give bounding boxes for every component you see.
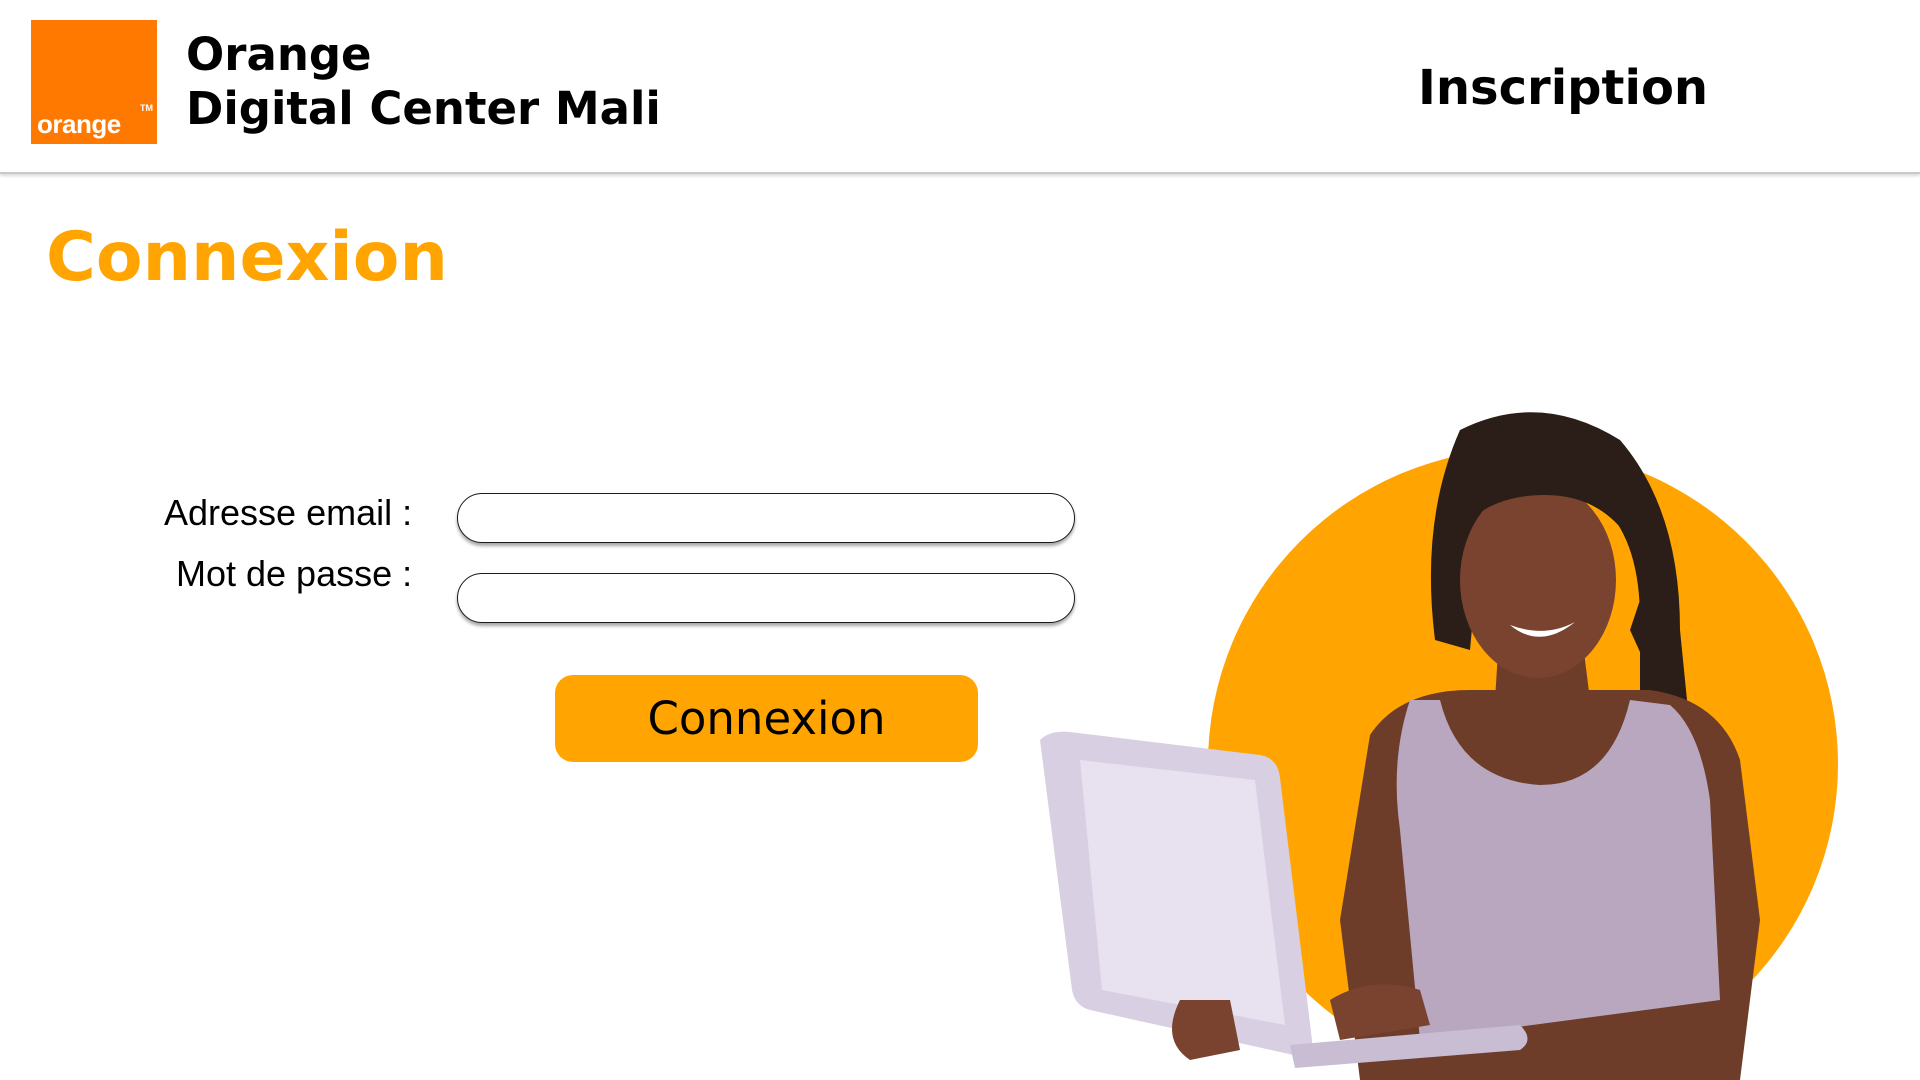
connexion-button[interactable]: Connexion	[555, 675, 978, 762]
logo-text: orange	[37, 109, 121, 139]
top-header: TM orange Orange Digital Center Mali Ins…	[0, 0, 1920, 174]
brand-line-1: Orange	[186, 28, 372, 81]
brand-line-2: Digital Center Mali	[186, 82, 661, 135]
password-label: Mot de passe :	[176, 553, 413, 594]
password-field[interactable]	[457, 573, 1075, 623]
orange-logo[interactable]: TM orange	[31, 20, 157, 144]
logo-trademark: TM	[140, 103, 153, 113]
email-field[interactable]	[457, 493, 1075, 543]
login-page: TM orange Orange Digital Center Mali Ins…	[0, 0, 1920, 1080]
brand-title: Orange Digital Center Mali	[186, 28, 661, 136]
inscription-link[interactable]: Inscription	[1418, 60, 1708, 116]
page-title: Connexion	[46, 218, 448, 297]
hero-illustration	[1040, 412, 1838, 1080]
email-label: Adresse email :	[164, 492, 413, 533]
